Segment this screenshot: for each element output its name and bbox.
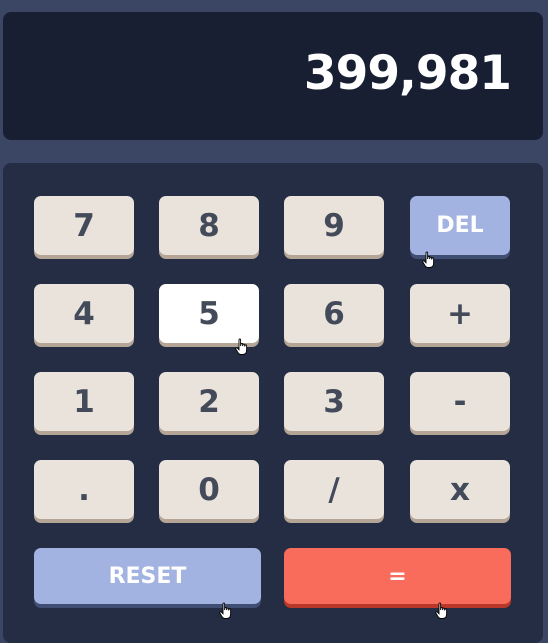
key-9[interactable]: 9 [284, 196, 384, 255]
display-value: 399,981 [303, 46, 512, 101]
calculator-display: 399,981 [3, 12, 543, 140]
reset-button[interactable]: RESET [34, 548, 261, 604]
hand-pointer-icon [235, 338, 248, 355]
key-8[interactable]: 8 [159, 196, 259, 255]
divide-button[interactable]: / [284, 460, 384, 519]
hand-pointer-icon [435, 602, 448, 619]
key-7[interactable]: 7 [34, 196, 134, 255]
hand-pointer-icon [219, 602, 232, 619]
delete-button[interactable]: DEL [410, 196, 510, 255]
key-2[interactable]: 2 [159, 372, 259, 431]
key-3[interactable]: 3 [284, 372, 384, 431]
key-0[interactable]: 0 [159, 460, 259, 519]
decimal-button[interactable]: . [34, 460, 134, 519]
equals-button[interactable]: = [284, 548, 511, 604]
key-5[interactable]: 5 [159, 284, 259, 343]
key-6[interactable]: 6 [284, 284, 384, 343]
plus-button[interactable]: + [410, 284, 510, 343]
keypad: 7 8 9 DEL 4 5 6 + 1 2 3 - . 0 / x RESET … [3, 163, 543, 643]
multiply-button[interactable]: x [410, 460, 510, 519]
hand-pointer-icon [422, 251, 435, 268]
key-4[interactable]: 4 [34, 284, 134, 343]
minus-button[interactable]: - [410, 372, 510, 431]
key-1[interactable]: 1 [34, 372, 134, 431]
